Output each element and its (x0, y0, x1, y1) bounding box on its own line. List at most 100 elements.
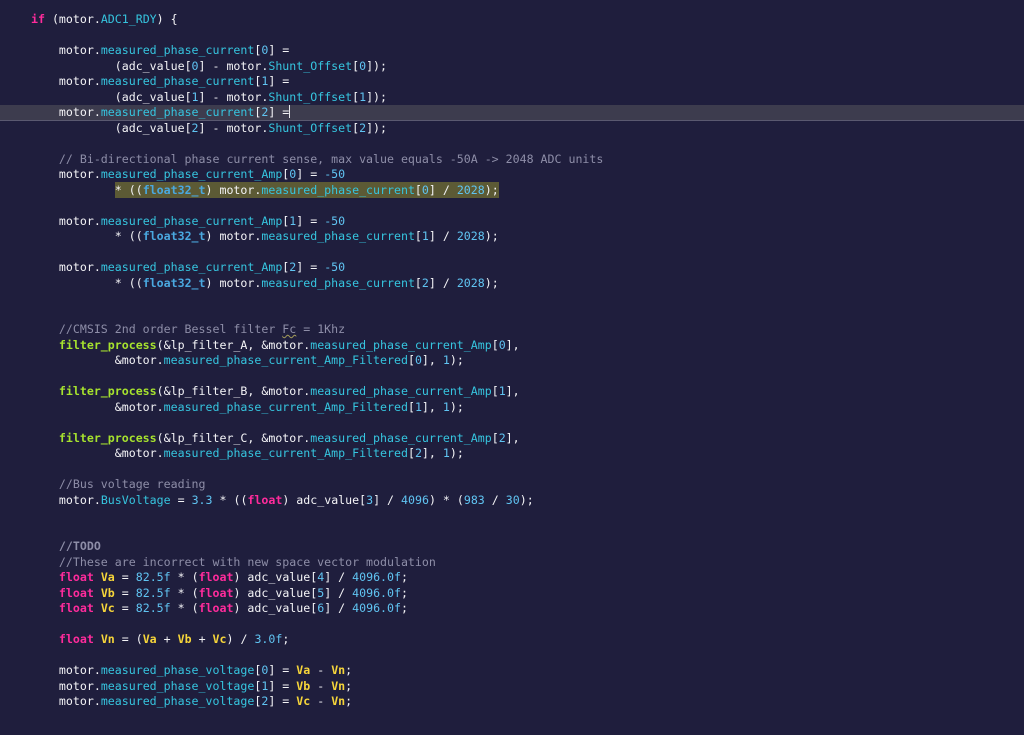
code-token: [ (414, 275, 422, 290)
code-line[interactable]: motor.measured_phase_voltage[0] = Va - V… (0, 663, 1024, 679)
code-token: Shunt_Offset (268, 58, 353, 73)
code-token: (&lp_filter_A, &motor. (156, 337, 311, 352)
code-token: 1 (442, 446, 450, 460)
code-line[interactable]: // Bi-directional phase current sense, m… (0, 152, 1024, 168)
code-token: //These are incorrect with new space vec… (58, 554, 436, 569)
code-line[interactable]: filter_process(&lp_filter_B, &motor.meas… (0, 384, 1024, 400)
code-token: ] - motor. (198, 89, 269, 104)
code-token: ], (505, 430, 520, 445)
code-token: ); (519, 492, 534, 507)
code-line[interactable]: //These are incorrect with new space vec… (0, 555, 1024, 571)
code-line[interactable]: filter_process(&lp_filter_C, &motor.meas… (0, 431, 1024, 447)
code-token: measured_phase_current_Amp (100, 167, 283, 181)
code-line[interactable] (0, 617, 1024, 633)
code-token: + (191, 632, 213, 646)
code-area[interactable]: if (motor.ADC1_RDY) { motor.measured_pha… (0, 12, 1024, 710)
code-line[interactable]: motor.measured_phase_current[2] = (0, 105, 1024, 121)
code-line[interactable]: //TODO (0, 539, 1024, 555)
code-token: ] = (268, 694, 297, 708)
code-line[interactable]: motor.measured_phase_current_Amp[1] = -5… (0, 214, 1024, 230)
code-token: measured_phase_current (261, 229, 415, 243)
code-line[interactable]: &motor.measured_phase_current_Amp_Filter… (0, 446, 1024, 462)
code-token: (adc_value[ (114, 89, 192, 104)
code-line[interactable]: motor.measured_phase_current[0] = (0, 43, 1024, 59)
code-token: [ (491, 384, 499, 398)
code-token: 1 (498, 384, 506, 398)
code-token: ) adc_value[ (233, 601, 318, 615)
code-token: (adc_value[ (114, 58, 192, 73)
code-line[interactable]: //Bus voltage reading (0, 477, 1024, 493)
code-line[interactable] (0, 524, 1024, 540)
code-line[interactable] (0, 415, 1024, 431)
code-token: ], (421, 399, 443, 414)
code-token: ]); (366, 58, 388, 73)
code-line[interactable] (0, 198, 1024, 214)
code-token: 4096.0f (352, 601, 402, 615)
code-token: filter_process (58, 430, 157, 445)
code-line[interactable]: &motor.measured_phase_current_Amp_Filter… (0, 400, 1024, 416)
code-line[interactable]: (adc_value[2] - motor.Shunt_Offset[2]); (0, 121, 1024, 137)
code-token: 2 (414, 446, 422, 460)
code-line[interactable]: float Vn = (Va + Vb + Vc) / 3.0f; (0, 632, 1024, 648)
code-line[interactable]: motor.measured_phase_voltage[1] = Vb - V… (0, 679, 1024, 695)
code-line[interactable]: motor.measured_phase_current[1] = (0, 74, 1024, 90)
text-cursor (289, 105, 291, 118)
code-line[interactable] (0, 245, 1024, 261)
code-line[interactable]: //CMSIS 2nd order Bessel filter Fc = 1Kh… (0, 322, 1024, 338)
code-token: ] = (268, 678, 297, 693)
code-line[interactable] (0, 136, 1024, 152)
code-line[interactable]: * ((float32_t) motor.measured_phase_curr… (0, 181, 1024, 199)
code-line[interactable]: float Va = 82.5f * (float) adc_value[4] … (0, 570, 1024, 586)
code-token: 4096 (401, 492, 429, 507)
code-line[interactable]: motor.BusVoltage = 3.3 * ((float) adc_va… (0, 493, 1024, 509)
code-line[interactable]: if (motor.ADC1_RDY) { (0, 12, 1024, 28)
code-token: ); (484, 275, 499, 290)
code-token: ] = (268, 663, 297, 677)
code-line[interactable] (0, 307, 1024, 323)
code-line[interactable]: * ((float32_t) motor.measured_phase_curr… (0, 276, 1024, 292)
code-line[interactable]: float Vc = 82.5f * (float) adc_value[6] … (0, 601, 1024, 617)
code-line[interactable] (0, 462, 1024, 478)
code-line[interactable] (0, 28, 1024, 44)
code-line[interactable]: (adc_value[0] - motor.Shunt_Offset[0]); (0, 59, 1024, 75)
code-line[interactable]: motor.measured_phase_current_Amp[2] = -5… (0, 260, 1024, 276)
code-token: = ( (114, 632, 143, 646)
code-line[interactable]: &motor.measured_phase_current_Amp_Filter… (0, 353, 1024, 369)
code-line[interactable]: * ((float32_t) motor.measured_phase_curr… (0, 229, 1024, 245)
text-selection[interactable]: * ((float32_t) motor.measured_phase_curr… (114, 181, 499, 198)
code-line[interactable] (0, 369, 1024, 385)
code-token: Va (296, 663, 311, 677)
code-token: 82.5f (135, 585, 171, 600)
code-token: ; (345, 663, 353, 677)
code-token: measured_phase_current_Amp (100, 213, 283, 228)
code-line[interactable]: motor.measured_phase_voltage[2] = Vc - V… (0, 694, 1024, 710)
code-line[interactable]: float Vb = 82.5f * (float) adc_value[5] … (0, 586, 1024, 602)
code-line[interactable]: (adc_value[1] - motor.Shunt_Offset[1]); (0, 90, 1024, 106)
code-line[interactable] (0, 291, 1024, 307)
code-editor[interactable]: if (motor.ADC1_RDY) { motor.measured_pha… (0, 0, 1024, 735)
code-token: 82.5f (135, 601, 171, 615)
code-token: * ( (170, 585, 199, 600)
code-token: ; (401, 585, 408, 600)
code-token: motor. (58, 213, 101, 228)
code-token: ; (345, 678, 353, 693)
code-token: ] / (324, 570, 353, 584)
code-line[interactable]: filter_process(&lp_filter_A, &motor.meas… (0, 338, 1024, 354)
code-line[interactable]: motor.measured_phase_current_Amp[0] = -5… (0, 167, 1024, 183)
code-line[interactable] (0, 508, 1024, 524)
code-line[interactable] (0, 648, 1024, 664)
code-token: measured_phase_current_Amp_Filtered (163, 353, 408, 367)
